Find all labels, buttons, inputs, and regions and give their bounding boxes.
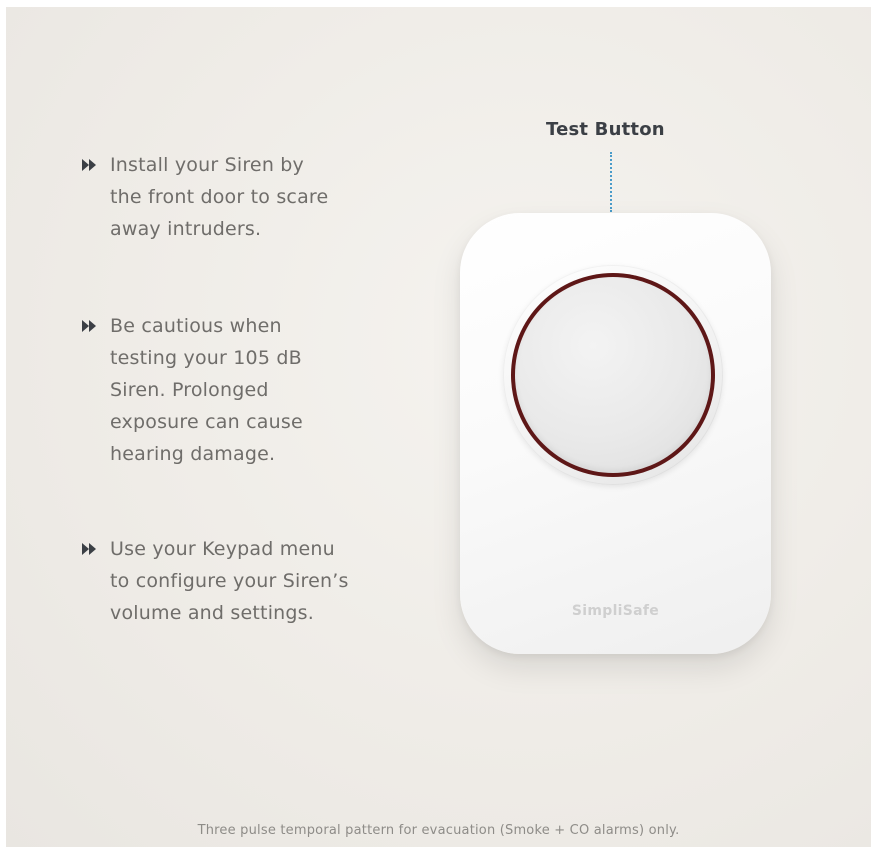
tip-text: Be cautious when testing your 105 dB Sir… xyxy=(110,315,303,465)
test-button-label: Test Button xyxy=(546,119,665,140)
tip-keypad-settings: Use your Keypad menu to configure your S… xyxy=(82,533,349,629)
tip-volume-caution: Be cautious when testing your 105 dB Sir… xyxy=(82,310,303,470)
double-arrow-icon xyxy=(82,149,110,181)
tip-text: Install your Siren by the front door to … xyxy=(110,154,329,240)
callout-leader-line xyxy=(610,152,612,212)
tip-install-location: Install your Siren by the front door to … xyxy=(82,149,328,245)
footnote: Three pulse temporal pattern for evacuat… xyxy=(197,823,680,838)
tip-text: Use your Keypad menu to configure your S… xyxy=(110,538,349,624)
siren-device: SimpliSafe xyxy=(460,213,771,654)
brand-logo: SimpliSafe xyxy=(571,603,660,619)
double-arrow-icon xyxy=(82,310,110,342)
product-panel: Install your Siren by the front door to … xyxy=(6,7,871,847)
button-bezel xyxy=(503,265,723,485)
double-arrow-icon xyxy=(82,533,110,565)
test-button[interactable] xyxy=(515,277,711,473)
alarm-light-ring xyxy=(511,273,715,477)
